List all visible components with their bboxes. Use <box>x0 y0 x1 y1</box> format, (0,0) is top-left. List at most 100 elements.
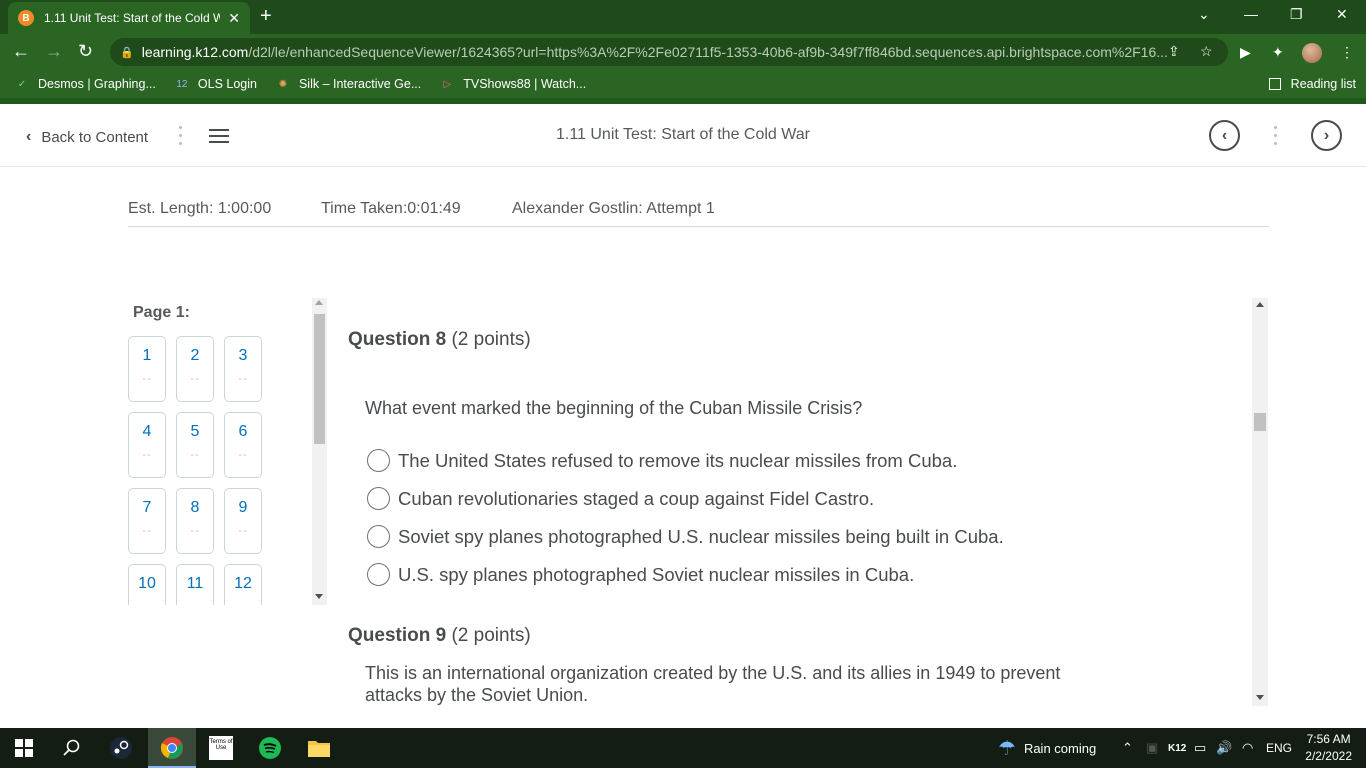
radio-button[interactable] <box>367 449 390 472</box>
back-arrow-icon[interactable]: ← <box>12 41 30 62</box>
question-status: -- <box>190 525 200 537</box>
question-nav-item[interactable]: 4 -- <box>128 412 166 478</box>
lock-icon: 🔒 <box>120 46 134 59</box>
question-number: 7 <box>142 499 152 516</box>
option-label[interactable]: U.S. spy planes photographed Soviet nucl… <box>398 564 914 586</box>
question-8-heading: Question 8 (2 points) <box>348 329 531 351</box>
browser-tab[interactable]: B 1.11 Unit Test: Start of the Cold War … <box>8 2 250 34</box>
scroll-up-icon[interactable] <box>1256 302 1264 307</box>
new-tab-icon[interactable]: + <box>260 6 272 26</box>
option-label[interactable]: Cuban revolutionaries staged a coup agai… <box>398 488 874 510</box>
question-number: 3 <box>238 347 248 364</box>
close-tab-icon[interactable]: ✕ <box>228 10 240 27</box>
steam-icon[interactable] <box>97 728 145 768</box>
question-number: 1 <box>142 347 152 364</box>
next-arrow-icon[interactable]: › <box>1311 120 1342 151</box>
tray-app-icon[interactable]: ▣ <box>1146 728 1158 768</box>
scroll-down-icon[interactable] <box>1256 695 1264 700</box>
forward-arrow-icon[interactable]: → <box>45 41 63 62</box>
browser-menu-icon[interactable]: ⋮ <box>1340 44 1354 61</box>
bookmark-tvshows[interactable]: ▷ TVShows88 | Watch... <box>439 76 586 92</box>
answer-option[interactable]: Cuban revolutionaries staged a coup agai… <box>367 487 874 510</box>
previous-arrow-icon[interactable]: ‹ <box>1209 120 1240 151</box>
file-explorer-icon[interactable] <box>295 728 343 768</box>
answer-option[interactable]: The United States refused to remove its … <box>367 449 957 472</box>
scroll-thumb[interactable] <box>1254 413 1266 431</box>
bookmark-label: TVShows88 | Watch... <box>463 77 587 91</box>
scroll-down-icon[interactable] <box>315 594 323 599</box>
question-nav-scrollbar[interactable] <box>312 298 327 605</box>
windows-taskbar: Terms of Use ☂ Rain coming ⌃ ▣ K12 ▭ 🔊 ◠… <box>0 728 1366 768</box>
question-nav-item[interactable]: 6 -- <box>224 412 262 478</box>
language-indicator[interactable]: ENG <box>1266 728 1292 768</box>
question-nav-item[interactable]: 7 -- <box>128 488 166 554</box>
question-8-text: What event marked the beginning of the C… <box>365 398 863 418</box>
answer-option[interactable]: Soviet spy planes photographed U.S. nucl… <box>367 525 1004 548</box>
extensions-puzzle-icon[interactable]: ✦ <box>1272 44 1284 61</box>
search-icon[interactable] <box>48 728 96 768</box>
bookmark-silk[interactable]: ✺ Silk – Interactive Ge... <box>275 76 421 92</box>
bookmark-label: Silk – Interactive Ge... <box>298 77 422 91</box>
address-bar[interactable]: 🔒 learning.k12.com/d2l/le/enhancedSequen… <box>110 38 1228 66</box>
radio-button[interactable] <box>367 525 390 548</box>
show-hidden-icons-chevron-icon[interactable]: ⌃ <box>1122 728 1133 768</box>
scroll-thumb[interactable] <box>314 314 325 444</box>
question-status: -- <box>190 449 200 461</box>
question-number: 8 <box>190 499 200 516</box>
option-label[interactable]: Soviet spy planes photographed U.S. nucl… <box>398 526 1004 548</box>
share-icon[interactable]: ⇪ <box>1168 43 1180 60</box>
question-status: -- <box>238 449 248 461</box>
time-taken: Time Taken:0:01:49 <box>321 200 461 217</box>
bookmark-star-icon[interactable]: ☆ <box>1200 43 1213 60</box>
question-number: 11 <box>186 575 204 592</box>
question-nav-item[interactable]: 3 -- <box>224 336 262 402</box>
question-points: (2 points) <box>451 329 531 350</box>
question-9-text: This is an international organization cr… <box>365 663 1061 705</box>
chrome-icon[interactable] <box>148 728 196 768</box>
question-status: -- <box>142 449 152 461</box>
silk-icon: ✺ <box>278 78 288 90</box>
question-nav-item[interactable]: 8 -- <box>176 488 214 554</box>
brightspace-favicon-icon: B <box>18 10 34 26</box>
question-number: 4 <box>142 423 152 440</box>
url-host: learning.k12.com <box>141 44 249 60</box>
tab-search-chevron-icon[interactable]: ⌄ <box>1198 6 1210 23</box>
answer-option[interactable]: U.S. spy planes photographed Soviet nucl… <box>367 563 914 586</box>
option-label[interactable]: The United States refused to remove its … <box>398 450 957 472</box>
scroll-up-icon[interactable] <box>315 300 323 305</box>
question-status: -- <box>142 373 152 385</box>
page-title: 1.11 Unit Test: Start of the Cold War <box>555 126 811 143</box>
radio-button[interactable] <box>367 487 390 510</box>
spotify-icon[interactable] <box>246 728 294 768</box>
restore-icon[interactable]: ❐ <box>1290 6 1303 23</box>
question-nav-item[interactable]: 11 <box>176 564 214 605</box>
reload-icon[interactable]: ↻ <box>78 41 93 62</box>
question-nav-item[interactable]: 1 -- <box>128 336 166 402</box>
content-scrollbar[interactable] <box>1252 298 1268 706</box>
bookmark-ols-login[interactable]: 12 OLS Login <box>174 76 257 92</box>
bookmark-desmos[interactable]: ✓ Desmos | Graphing... <box>14 76 156 92</box>
media-extension-icon[interactable]: ▶ <box>1240 44 1251 61</box>
question-nav-item[interactable]: 12 <box>224 564 262 605</box>
weather-widget[interactable]: ☂ Rain coming <box>998 728 1096 768</box>
page-label: Page 1: <box>133 304 190 321</box>
clock[interactable]: 7:56 AM 2/2/2022 <box>1305 731 1352 765</box>
volume-icon[interactable]: 🔊 <box>1216 728 1232 768</box>
reading-list-button[interactable]: Reading list <box>1268 77 1356 91</box>
question-nav-item[interactable]: 5 -- <box>176 412 214 478</box>
k12-tray-icon[interactable]: K12 <box>1168 728 1186 768</box>
question-nav-item[interactable]: 10 <box>128 564 166 605</box>
question-status: -- <box>238 373 248 385</box>
question-number: 12 <box>234 575 252 592</box>
terms-of-use-icon[interactable]: Terms of Use <box>197 728 245 768</box>
windows-start-icon[interactable] <box>0 728 48 768</box>
battery-icon[interactable]: ▭ <box>1194 728 1206 768</box>
minimize-icon[interactable]: — <box>1244 6 1258 22</box>
radio-button[interactable] <box>367 563 390 586</box>
profile-avatar[interactable] <box>1302 43 1322 63</box>
window-close-icon[interactable]: ✕ <box>1336 6 1348 23</box>
question-nav-item[interactable]: 2 -- <box>176 336 214 402</box>
question-nav-item[interactable]: 9 -- <box>224 488 262 554</box>
question-number: 10 <box>138 575 156 592</box>
wifi-icon[interactable]: ◠ <box>1242 728 1253 768</box>
